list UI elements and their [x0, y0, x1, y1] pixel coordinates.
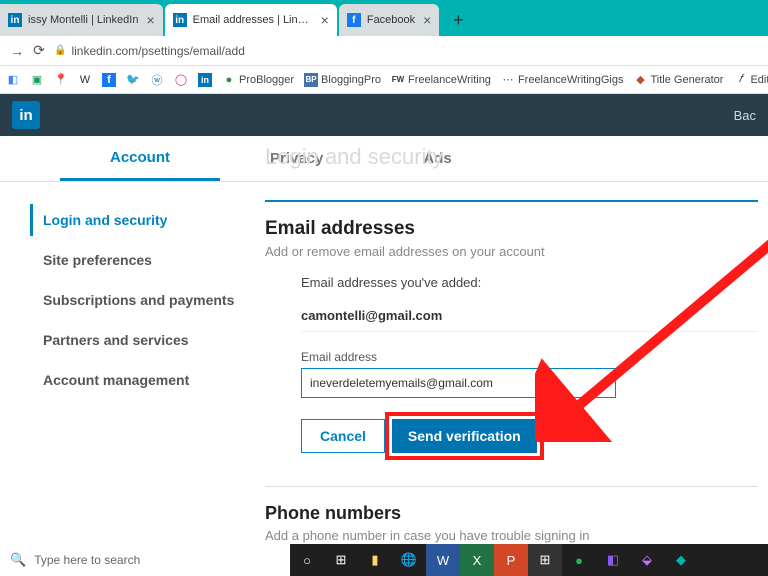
email-section-sub: Add or remove email addresses on your ac… [265, 244, 758, 259]
linkedin-favicon: in [8, 13, 22, 27]
existing-email: camontelli@gmail.com [301, 300, 758, 332]
calculator-icon[interactable]: ⊞ [528, 544, 562, 576]
bookmark-item[interactable]: in [198, 73, 212, 87]
email-input[interactable] [301, 368, 616, 398]
bookmark-item[interactable]: ◆Title Generator [634, 73, 724, 87]
bookmark-item[interactable]: ◯ [174, 73, 188, 87]
browser-tabstrip: in issy Montelli | LinkedIn × in Email a… [0, 0, 768, 36]
taskview-icon[interactable]: ⊞ [324, 544, 358, 576]
section-divider [265, 200, 758, 202]
sidebar-item-subscriptions[interactable]: Subscriptions and payments [30, 284, 255, 316]
close-icon[interactable]: × [146, 12, 154, 28]
app-icon[interactable]: ◧ [596, 544, 630, 576]
main-panel: Login and security Email addresses Add o… [255, 182, 768, 543]
bookmark-item[interactable]: FWFreelanceWriting [391, 73, 491, 87]
email-field-label: Email address [301, 350, 758, 364]
forward-icon[interactable]: → [6, 40, 28, 62]
tab-account[interactable]: Account [60, 136, 220, 181]
facebook-favicon: f [347, 13, 361, 27]
linkedin-header: in Bac [0, 94, 768, 136]
browser-tab-active[interactable]: in Email addresses | LinkedIn × [165, 4, 337, 36]
settings-sidebar: Login and security Site preferences Subs… [0, 182, 255, 543]
linkedin-logo[interactable]: in [12, 101, 40, 129]
explorer-icon[interactable]: ▮ [358, 544, 392, 576]
search-icon: 🔍 [10, 552, 26, 568]
cortana-icon[interactable]: ○ [290, 544, 324, 576]
windows-taskbar: 🔍 Type here to search ○ ⊞ ▮ 🌐 W X P ⊞ ● … [0, 544, 768, 576]
reload-icon[interactable]: ⟳ [28, 40, 50, 62]
bookmark-item[interactable]: ⓦ [150, 73, 164, 87]
sidebar-item-site-prefs[interactable]: Site preferences [30, 244, 255, 276]
app-icon[interactable]: ⬙ [630, 544, 664, 576]
linkedin-favicon: in [173, 13, 187, 27]
bookmark-item[interactable]: 🐦 [126, 73, 140, 87]
bookmark-item[interactable]: 📍 [54, 73, 68, 87]
sidebar-item-login-security[interactable]: Login and security [30, 204, 255, 236]
bookmark-item[interactable]: ◧ [6, 73, 20, 87]
word-icon[interactable]: W [426, 544, 460, 576]
chrome-icon[interactable]: 🌐 [392, 544, 426, 576]
send-verification-button[interactable]: Send verification [392, 419, 537, 453]
taskbar-icons: ○ ⊞ ▮ 🌐 W X P ⊞ ● ◧ ⬙ ◆ [290, 544, 698, 576]
bookmark-item[interactable]: 𝑓Editorial [733, 73, 768, 87]
phone-section-sub: Add a phone number in case you have trou… [265, 528, 758, 543]
tab-title: Email addresses | LinkedIn [193, 14, 313, 26]
bookmark-item[interactable]: W [78, 73, 92, 87]
sidebar-item-partners[interactable]: Partners and services [30, 324, 255, 356]
section-heading-ghost: Login and security [265, 144, 444, 170]
excel-icon[interactable]: X [460, 544, 494, 576]
bookmark-item[interactable]: f [102, 73, 116, 87]
close-icon[interactable]: × [321, 12, 329, 28]
cancel-button[interactable]: Cancel [301, 419, 385, 453]
tab-title: Facebook [367, 14, 415, 26]
phone-section-title: Phone numbers [265, 503, 758, 524]
browser-tab[interactable]: f Facebook × [339, 4, 440, 36]
annotation-highlight: Send verification [385, 412, 544, 460]
close-icon[interactable]: × [423, 12, 431, 28]
divider [265, 486, 758, 487]
email-section-title: Email addresses [265, 218, 758, 240]
new-tab-button[interactable]: + [445, 7, 471, 33]
bookmark-item[interactable]: ●ProBlogger [222, 73, 294, 87]
bookmark-item[interactable]: ▣ [30, 73, 44, 87]
sidebar-item-account-mgmt[interactable]: Account management [30, 364, 255, 396]
bookmark-item[interactable]: BPBloggingPro [304, 73, 381, 87]
powerpoint-icon[interactable]: P [494, 544, 528, 576]
content-area: Login and security Site preferences Subs… [0, 182, 768, 543]
search-placeholder: Type here to search [34, 553, 140, 567]
app-icon[interactable]: ◆ [664, 544, 698, 576]
bookmark-item[interactable]: ⋯FreelanceWritingGigs [501, 73, 624, 87]
tab-title: issy Montelli | LinkedIn [28, 14, 138, 26]
address-bar: → ⟳ 🔒 linkedin.com/psettings/email/add [0, 36, 768, 66]
url-text[interactable]: 🔒 linkedin.com/psettings/email/add [54, 44, 245, 58]
bookmarks-bar: ◧ ▣ 📍 W f 🐦 ⓦ ◯ in ●ProBlogger BPBloggin… [0, 66, 768, 94]
added-emails-label: Email addresses you've added: [301, 275, 758, 290]
browser-tab[interactable]: in issy Montelli | LinkedIn × [0, 4, 163, 36]
taskbar-search[interactable]: 🔍 Type here to search [0, 544, 290, 576]
spotify-icon[interactable]: ● [562, 544, 596, 576]
lock-icon: 🔒 [54, 45, 66, 56]
back-link[interactable]: Bac [734, 108, 756, 123]
